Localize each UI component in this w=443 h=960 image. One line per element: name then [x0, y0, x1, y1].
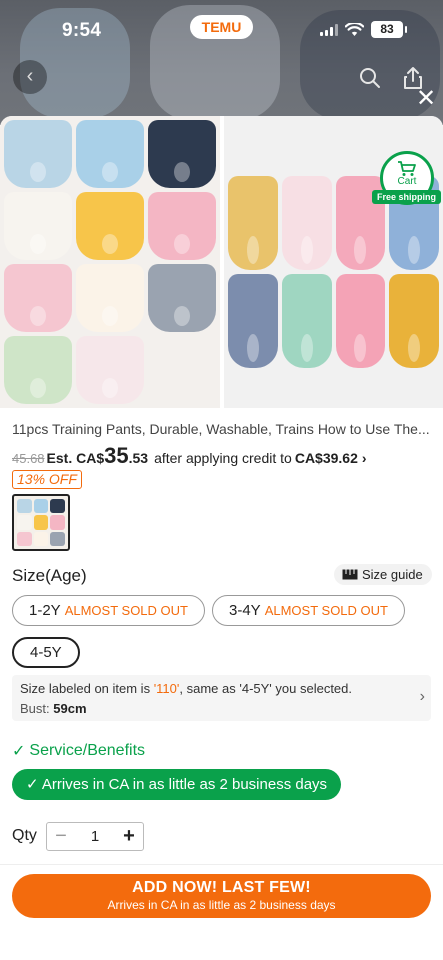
- price-cents: .53: [128, 450, 149, 466]
- quantity-value[interactable]: 1: [75, 828, 115, 845]
- pants-tile: [76, 264, 144, 332]
- pants-tile: [4, 192, 72, 260]
- size-info-code: '110': [153, 681, 180, 696]
- thumb-tile: [17, 515, 32, 530]
- service-benefits-heading[interactable]: ✓ Service/Benefits: [12, 741, 145, 761]
- search-icon[interactable]: [358, 66, 382, 90]
- quantity-stepper[interactable]: − 1 +: [46, 822, 144, 851]
- credit-amount: CA$39.62: [294, 450, 358, 466]
- size-option-status: ALMOST SOLD OUT: [264, 603, 388, 618]
- bust-value: 59cm: [53, 701, 87, 716]
- thumb-tile: [50, 499, 65, 514]
- cart-label: Cart: [397, 176, 417, 187]
- pants-tile: [76, 120, 144, 188]
- status-icons: 83: [320, 21, 407, 38]
- product-sheet: Cart Free shipping 11pcs Training Pants,…: [0, 116, 443, 960]
- bust-label: Bust:: [20, 701, 50, 716]
- pants-tile: [228, 274, 278, 368]
- pants-tile: [389, 274, 439, 368]
- price-whole: 35: [104, 443, 129, 468]
- product-image-secondary[interactable]: Cart Free shipping: [224, 116, 443, 408]
- check-icon: ✓: [26, 776, 39, 793]
- size-section-title: Size(Age): [12, 566, 87, 585]
- status-time: 9:54: [62, 20, 102, 41]
- size-info-suffix: , same as '4-5Y' you selected.: [179, 681, 352, 696]
- product-image-main[interactable]: [0, 116, 220, 408]
- close-icon[interactable]: ✕: [415, 87, 437, 111]
- discount-badge: 13% OFF: [12, 470, 82, 489]
- service-benefits-label: Service/Benefits: [29, 742, 146, 759]
- pants-tile: [148, 192, 216, 260]
- app-badge[interactable]: TEMU: [190, 15, 253, 39]
- size-option-label: 3-4Y: [229, 602, 261, 619]
- check-icon: ✓: [12, 743, 26, 760]
- size-info-prefix: Size labeled on item is: [20, 681, 154, 696]
- pants-tile: [148, 120, 216, 188]
- pants-tile: [281, 176, 332, 270]
- add-button-sublabel: Arrives in CA in as little as 2 business…: [107, 898, 336, 912]
- plus-icon[interactable]: +: [115, 823, 143, 850]
- credit-text: after applying credit to: [154, 450, 292, 466]
- free-shipping-badge: Free shipping: [372, 190, 442, 204]
- pants-tile: [4, 120, 72, 188]
- thumb-tile: [50, 531, 65, 546]
- pants-tile: [228, 176, 278, 270]
- price-row[interactable]: 45.68 Est. CA$ 35 .53 after applying cre…: [12, 443, 367, 469]
- pants-tile: [76, 336, 144, 404]
- estimate-label: Est. CA$: [46, 450, 105, 466]
- wifi-icon: [345, 22, 364, 36]
- thumb-tile: [17, 531, 32, 546]
- pants-tile: [76, 192, 144, 260]
- delivery-text: Arrives in CA in as little as 2 business…: [41, 776, 328, 793]
- size-option-4-5y[interactable]: 4-5Y: [12, 637, 80, 668]
- minus-icon[interactable]: −: [47, 823, 75, 850]
- divider: [0, 864, 443, 865]
- size-guide-button[interactable]: Size guide: [334, 564, 432, 585]
- original-price: 45.68: [12, 451, 45, 466]
- product-title[interactable]: 11pcs Training Pants, Durable, Washable,…: [12, 421, 430, 437]
- thumb-tile: [17, 499, 32, 514]
- thumb-tile: [33, 531, 49, 546]
- add-button-label: ADD NOW! LAST FEW!: [132, 879, 311, 896]
- chevron-right-icon: ›: [361, 450, 367, 466]
- thumb-tile: [33, 515, 49, 530]
- variant-thumbnail[interactable]: [12, 494, 70, 551]
- size-option-status: ALMOST SOLD OUT: [64, 603, 188, 618]
- thumb-tile: [50, 515, 65, 530]
- thumb-tile: [33, 499, 49, 514]
- delivery-badge: ✓ Arrives in CA in as little as 2 busine…: [12, 769, 342, 800]
- size-option-3-4y[interactable]: 3-4Y ALMOST SOLD OUT: [212, 595, 405, 626]
- pants-tile: [335, 274, 386, 368]
- add-to-cart-button[interactable]: ADD NOW! LAST FEW! Arrives in CA in as l…: [12, 874, 431, 918]
- pants-tile: [4, 264, 72, 332]
- chevron-right-icon: ›: [419, 688, 425, 705]
- qty-label: Qty: [12, 827, 37, 844]
- battery-icon: 83: [371, 21, 407, 38]
- size-option-label: 4-5Y: [30, 644, 62, 661]
- size-info-box[interactable]: Size labeled on item is '110', same as '…: [12, 675, 431, 721]
- size-option-1-2y[interactable]: 1-2Y ALMOST SOLD OUT: [12, 595, 205, 626]
- pants-tile: [4, 336, 72, 404]
- cart-icon: [398, 161, 416, 176]
- chevron-left-icon: ‹: [26, 65, 34, 87]
- size-info-text: Size labeled on item is '110', same as '…: [20, 681, 423, 696]
- bust-measurement: Bust: 59cm: [20, 701, 423, 716]
- size-guide-label: Size guide: [362, 567, 423, 582]
- size-option-label: 1-2Y: [29, 602, 61, 619]
- back-button[interactable]: ‹: [13, 60, 47, 94]
- pants-tile: [281, 274, 332, 368]
- pants-tile: [148, 264, 216, 332]
- product-gallery[interactable]: Cart Free shipping: [0, 116, 443, 408]
- ruler-icon: [342, 569, 358, 580]
- signal-icon: [320, 23, 338, 36]
